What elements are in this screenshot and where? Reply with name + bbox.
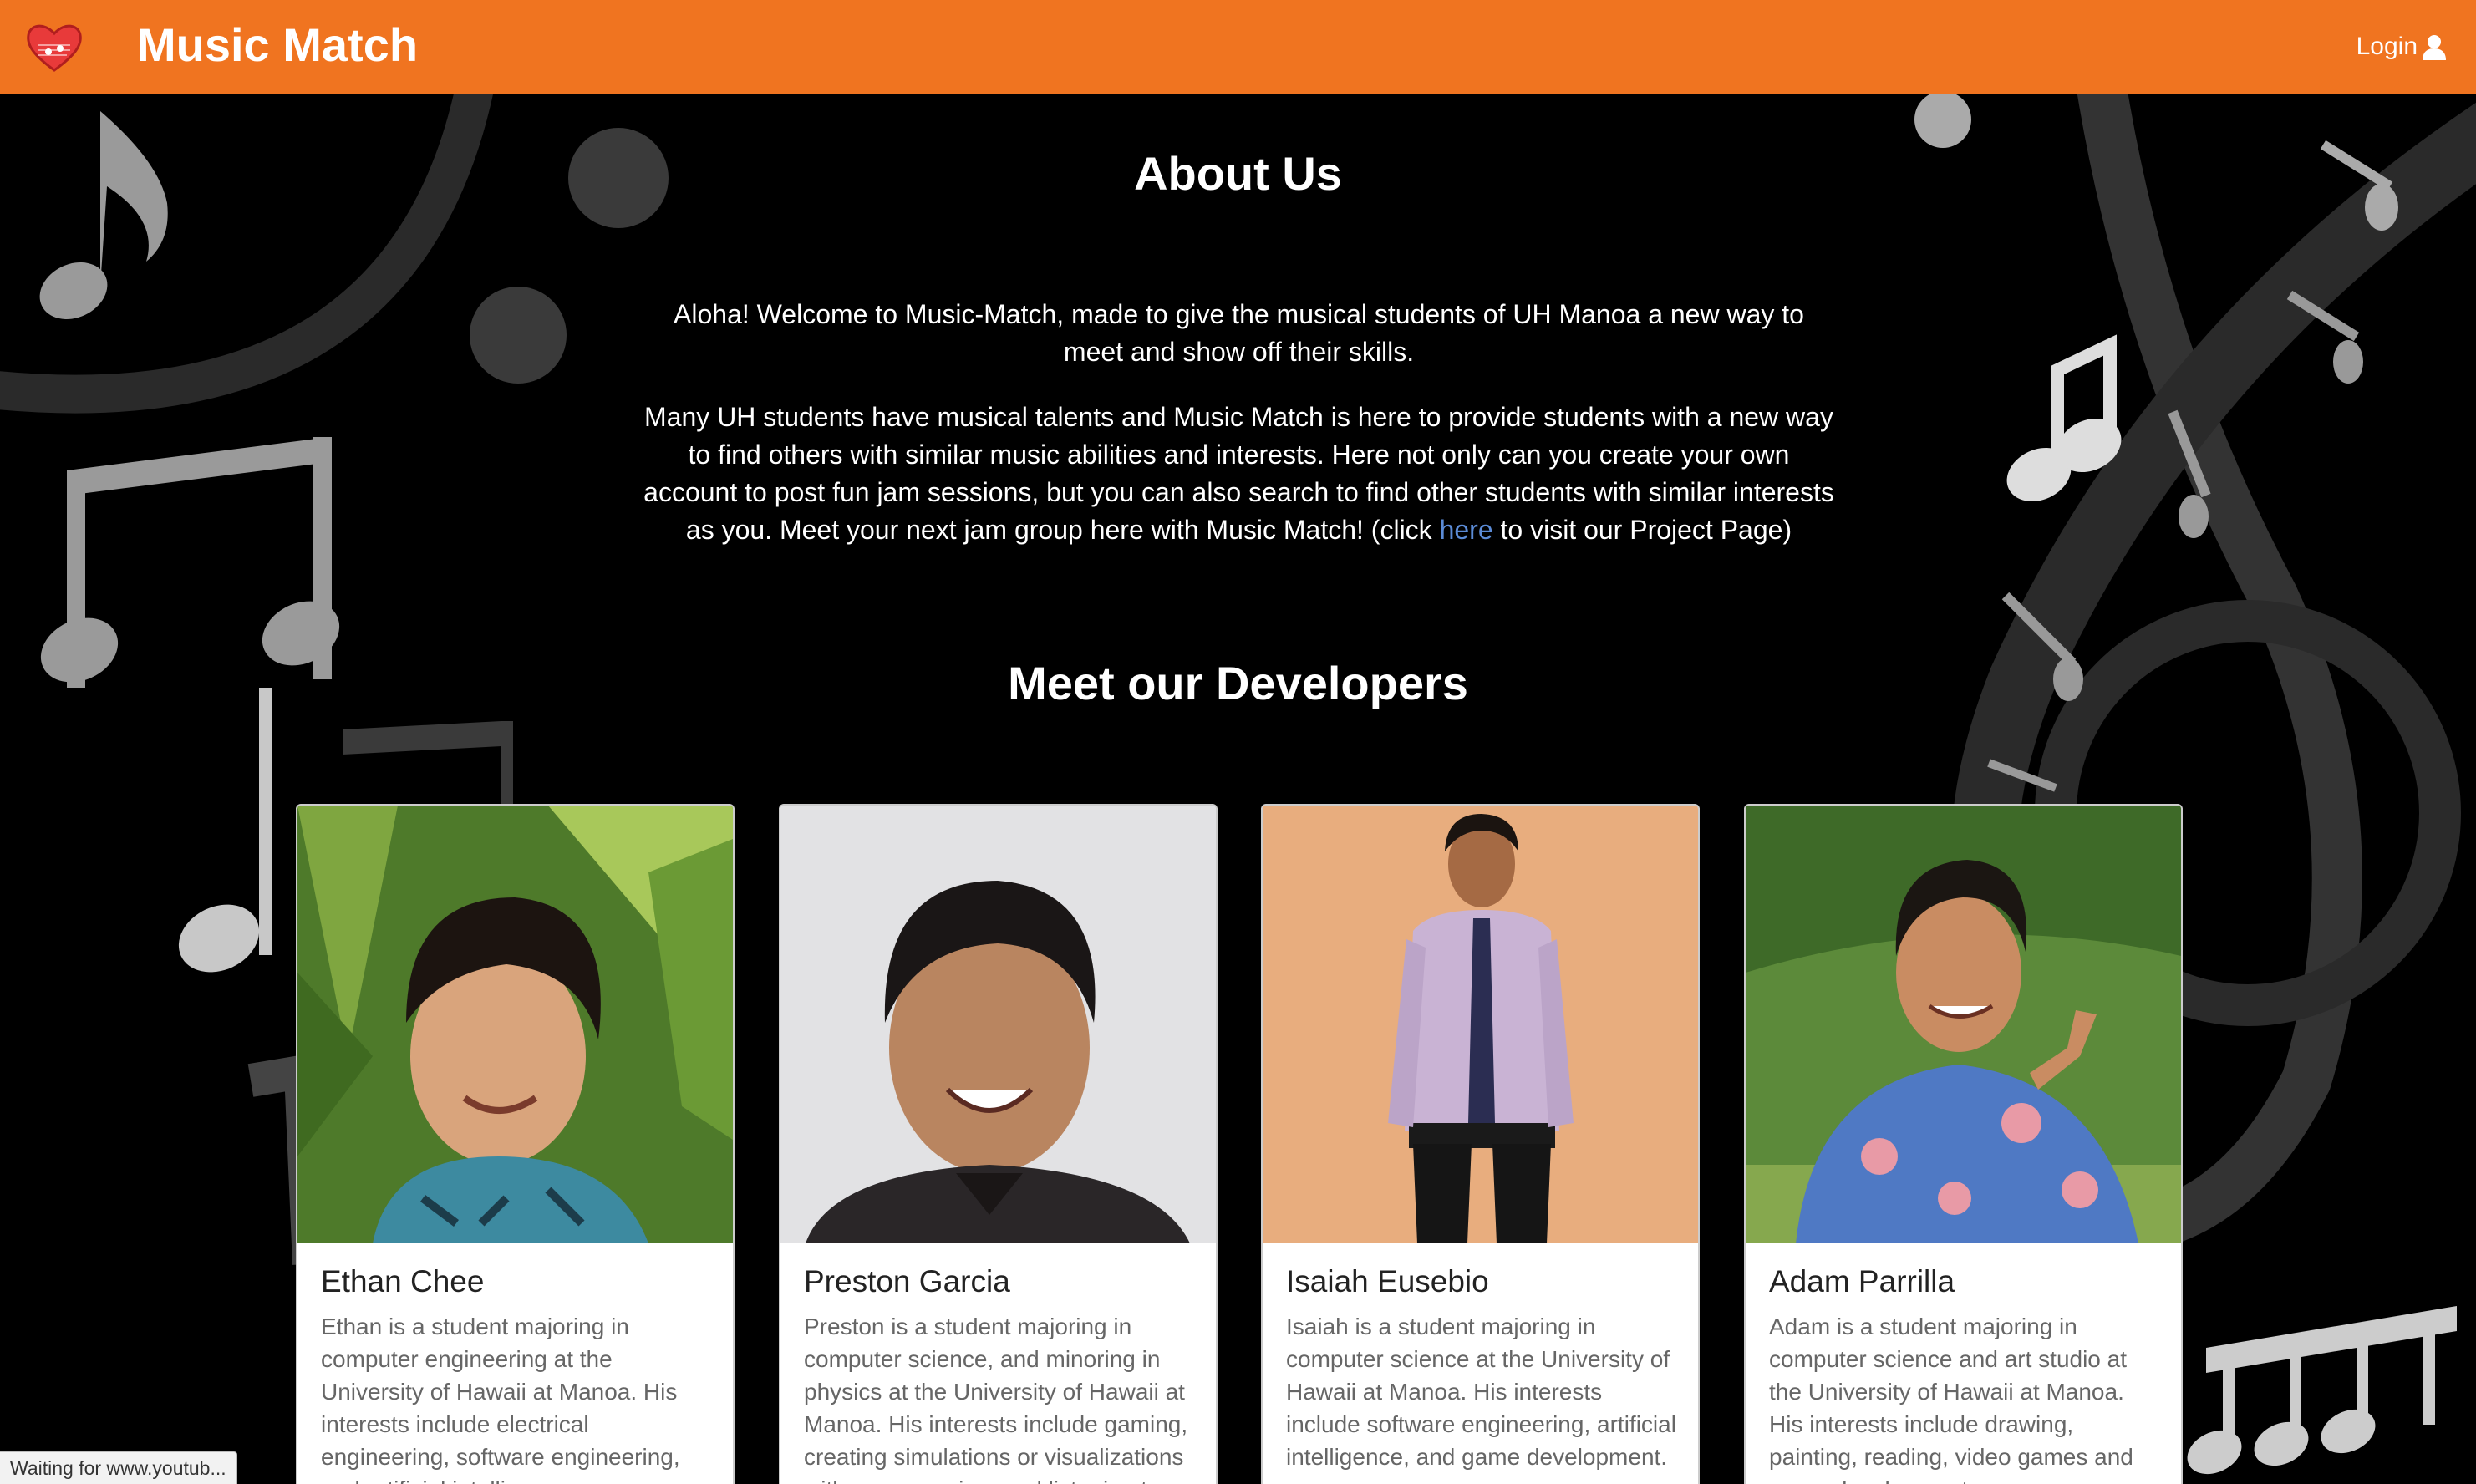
developer-description: Ethan is a student majoring in computer … — [321, 1314, 680, 1484]
login-button[interactable]: Login — [2357, 28, 2448, 65]
login-label[interactable]: Login — [2357, 28, 2418, 65]
about-intro-text: Aloha! Welcome to Music-Match, made to g… — [674, 299, 1804, 367]
project-page-link[interactable]: here — [1440, 515, 1493, 545]
developer-photo — [780, 806, 1216, 1243]
browser-status-bar: Waiting for www.youtub... — [0, 1451, 237, 1484]
developer-card: Adam Parrilla Adam is a student majoring… — [1744, 804, 2183, 1484]
about-title: About Us — [1134, 147, 1342, 200]
developers-title: Meet our Developers — [1008, 657, 1468, 709]
developer-description: Preston is a student majoring in compute… — [804, 1314, 1188, 1484]
heart-music-icon[interactable] — [25, 20, 84, 74]
developer-photo — [1746, 806, 2181, 1243]
developer-description: Adam is a student majoring in computer s… — [1769, 1314, 2133, 1484]
about-description-text: Many UH students have musical talents an… — [643, 399, 1834, 549]
developer-name: Adam Parrilla — [1769, 1264, 1955, 1298]
developer-card: Preston Garcia Preston is a student majo… — [779, 804, 1218, 1484]
developer-description: Isaiah is a student majoring in computer… — [1286, 1314, 1676, 1470]
developer-card: Isaiah Eusebio Isaiah is a student major… — [1261, 804, 1700, 1484]
developer-card: Ethan Chee Ethan is a student majoring i… — [296, 804, 735, 1484]
developer-name: Preston Garcia — [804, 1264, 1010, 1298]
developer-name: Isaiah Eusebio — [1286, 1264, 1489, 1298]
nav-brand[interactable]: Music Match — [137, 15, 418, 75]
navbar: Music Match Login — [0, 0, 2476, 94]
developer-photo — [1263, 806, 1698, 1243]
user-icon[interactable] — [2421, 33, 2448, 60]
developer-photo — [297, 806, 733, 1243]
about-description-end: to visit our Project Page) — [1492, 515, 1792, 545]
developer-name: Ethan Chee — [321, 1264, 485, 1298]
